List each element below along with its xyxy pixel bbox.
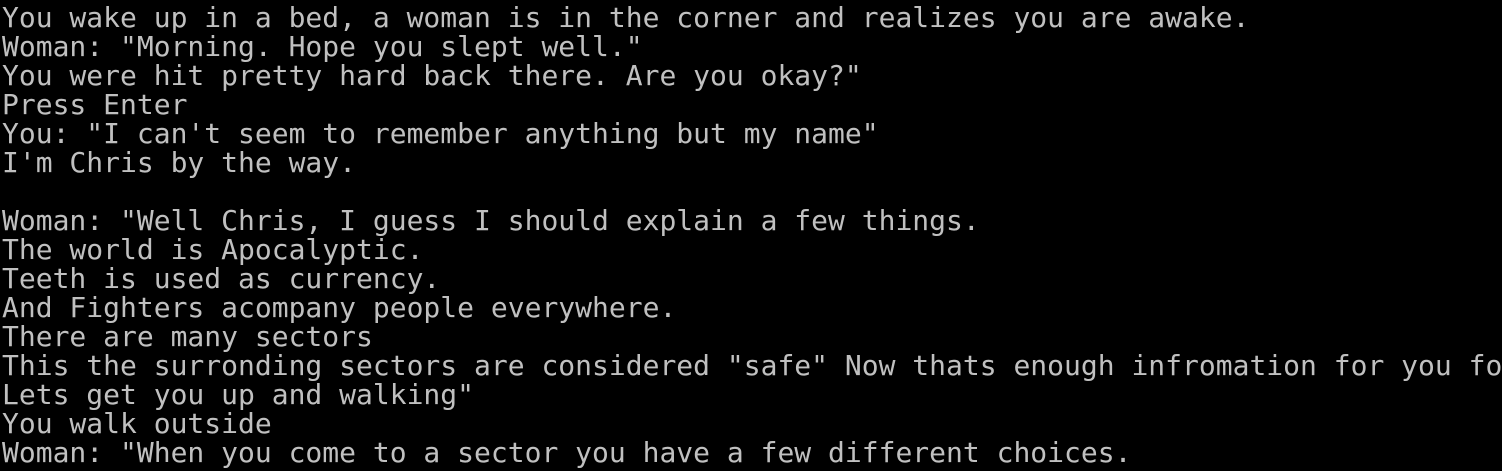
console-line: And Fighters acompany people everywhere. (2, 291, 677, 324)
console-line: Woman: "Morning. Hope you slept well." (2, 30, 643, 63)
console-line: You walk outside (2, 407, 272, 440)
console-line: Teeth is used as currency. (2, 262, 441, 295)
console-line-blank (2, 177, 1502, 206)
console-line: You: "I can't seem to remember anything … (2, 117, 879, 150)
console-line: You wake up in a bed, a woman is in the … (2, 1, 1250, 34)
console-output: You wake up in a bed, a woman is in the … (2, 3, 1502, 467)
console-line: Lets get you up and walking" (2, 378, 475, 411)
console-line: There are many sectors (2, 320, 373, 353)
console-window[interactable]: You wake up in a bed, a woman is in the … (0, 0, 1502, 471)
console-line: Woman: "When you come to a sector you ha… (2, 436, 1132, 469)
console-line: The world is Apocalyptic. (2, 233, 424, 266)
console-line: This the surronding sectors are consider… (2, 349, 1502, 382)
console-line: I'm Chris by the way. (2, 146, 357, 179)
console-line: Press Enter (2, 88, 188, 121)
console-line: You were hit pretty hard back there. Are… (2, 59, 862, 92)
console-line: Woman: "Well Chris, I guess I should exp… (2, 204, 980, 237)
